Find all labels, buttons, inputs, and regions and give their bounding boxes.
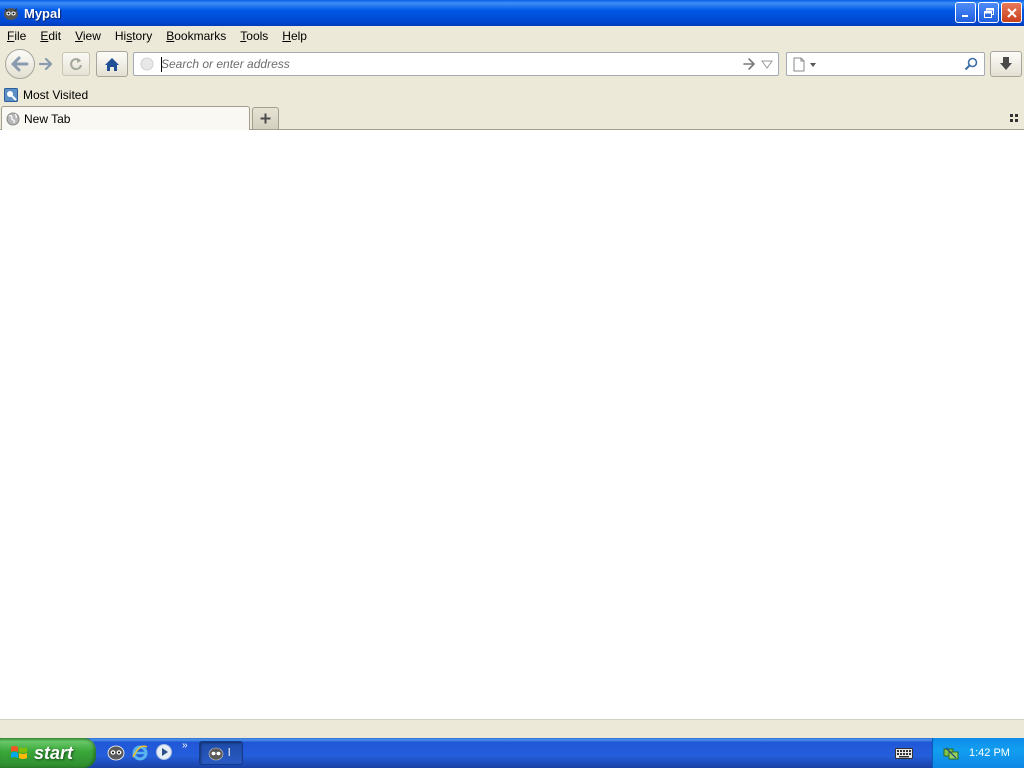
minimize-button[interactable]: [955, 2, 976, 23]
globe-icon: [6, 112, 20, 125]
back-button[interactable]: [5, 49, 35, 79]
address-input[interactable]: [161, 55, 731, 73]
mypal-app-icon[interactable]: [3, 5, 19, 21]
menu-bar: File Edit View History Bookmarks Tools H…: [0, 26, 1024, 46]
download-arrow-icon: [1000, 57, 1012, 70]
menu-file[interactable]: File: [0, 26, 33, 46]
menu-tools[interactable]: Tools: [233, 26, 275, 46]
close-icon: [1006, 7, 1017, 18]
search-bar[interactable]: [786, 52, 985, 76]
forward-button[interactable]: [36, 54, 56, 74]
close-button[interactable]: [1001, 2, 1022, 23]
forward-arrow-icon: [39, 58, 53, 70]
site-identity-icon[interactable]: [140, 57, 154, 71]
taskbar: start » l 1:42 PM: [0, 738, 1024, 768]
keyboard-icon[interactable]: [895, 746, 913, 760]
start-label: start: [34, 742, 74, 763]
internet-explorer-icon[interactable]: [131, 743, 149, 761]
back-arrow-icon: [11, 56, 29, 72]
menu-edit[interactable]: Edit: [33, 26, 68, 46]
restore-icon: [983, 7, 994, 18]
grid-icon[interactable]: [1009, 113, 1019, 123]
tab-label: New Tab: [24, 111, 71, 126]
navigation-toolbar: [0, 46, 1024, 84]
bookmark-label: Most Visited: [23, 88, 89, 102]
title-bar[interactable]: Mypal: [0, 0, 1024, 26]
plus-icon: [260, 113, 271, 124]
home-icon: [105, 57, 119, 71]
windows-flag-icon: [11, 746, 27, 759]
clock[interactable]: 1:42 PM: [969, 747, 1010, 759]
start-button[interactable]: start: [0, 738, 96, 768]
taskbar-button-mypal[interactable]: l: [199, 741, 243, 765]
bookmark-most-visited[interactable]: Most Visited: [4, 88, 88, 102]
reload-button[interactable]: [62, 52, 90, 76]
search-engine-icon[interactable]: [793, 57, 805, 72]
system-tray: 1:42 PM: [932, 738, 1024, 768]
menu-history[interactable]: History: [108, 26, 159, 46]
tab-bar: New Tab: [0, 106, 1024, 130]
media-player-icon[interactable]: [155, 743, 173, 761]
address-bar[interactable]: [133, 52, 779, 76]
history-dropdown-icon[interactable]: [761, 58, 773, 70]
tab-new-tab[interactable]: New Tab: [1, 106, 250, 130]
new-tab-button[interactable]: [252, 107, 279, 129]
quick-launch-more-button[interactable]: »: [182, 740, 188, 751]
restore-button[interactable]: [978, 2, 999, 23]
menu-help[interactable]: Help: [275, 26, 314, 46]
mypal-icon[interactable]: [107, 743, 125, 761]
home-button[interactable]: [96, 51, 128, 77]
search-icon[interactable]: [964, 57, 978, 71]
page-content[interactable]: [0, 130, 1024, 719]
downloads-button[interactable]: [990, 51, 1022, 77]
window-title: Mypal: [24, 5, 61, 21]
text-caret: [161, 57, 162, 72]
most-visited-icon: [4, 88, 18, 102]
mypal-icon: [208, 747, 224, 761]
reload-icon: [70, 58, 82, 71]
go-arrow-icon[interactable]: [742, 57, 756, 71]
taskbar-button-label: l: [228, 747, 231, 759]
menu-view[interactable]: View: [68, 26, 108, 46]
bookmarks-toolbar: Most Visited: [0, 84, 1024, 106]
menu-bookmarks[interactable]: Bookmarks: [159, 26, 233, 46]
network-icon[interactable]: [943, 745, 959, 761]
chevron-down-icon[interactable]: [810, 63, 816, 67]
status-bar: [0, 719, 1024, 738]
minimize-icon: [961, 14, 968, 17]
